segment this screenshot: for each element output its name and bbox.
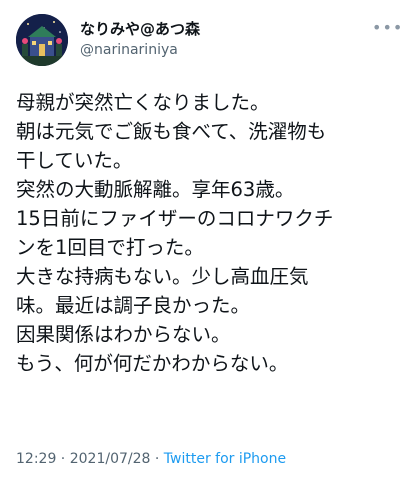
tweet-card: なりみや@あつ森 @narinariniya ••• 母親が突然亡くなりました。… <box>0 0 412 487</box>
avatar[interactable] <box>16 14 68 66</box>
tweet-line: 干していた。 <box>16 149 133 172</box>
tweet-line: 朝は元気でご飯も食べて、洗濯物も <box>16 120 327 143</box>
tweet-line: 大きな持病もない。少し高血圧気 <box>16 265 309 288</box>
avatar-image <box>16 14 68 66</box>
tweet-time[interactable]: 12:29 <box>16 451 56 467</box>
tweet-line: 15日前にファイザーのコロナワクチ <box>16 207 334 230</box>
display-name[interactable]: なりみや@あつ森 <box>80 20 200 38</box>
tweet-line: 突然の大動脈解離。享年63歳。 <box>16 178 295 201</box>
tweet-line: 母親が突然亡くなりました。 <box>16 91 270 114</box>
tweet-line: ンを1回目で打った。 <box>16 236 204 259</box>
tweet-line: 味。最近は調子良かった。 <box>16 294 251 317</box>
tweet-line: もう、何が何だかわからない。 <box>16 352 289 375</box>
tweet-line: 因果関係はわからない。 <box>16 323 231 346</box>
tweet-meta: 12:29 · 2021/07/28 · Twitter for iPhone <box>16 450 286 468</box>
user-handle[interactable]: @narinariniya <box>80 41 178 59</box>
tweet-source-link[interactable]: Twitter for iPhone <box>164 451 286 467</box>
meta-separator: · <box>150 451 164 467</box>
meta-separator: · <box>56 451 70 467</box>
more-options-icon[interactable]: ••• <box>372 20 402 36</box>
tweet-text: 母親が突然亡くなりました。 朝は元気でご飯も食べて、洗濯物も 干していた。 突然… <box>16 88 400 378</box>
tweet-date[interactable]: 2021/07/28 <box>70 451 151 467</box>
